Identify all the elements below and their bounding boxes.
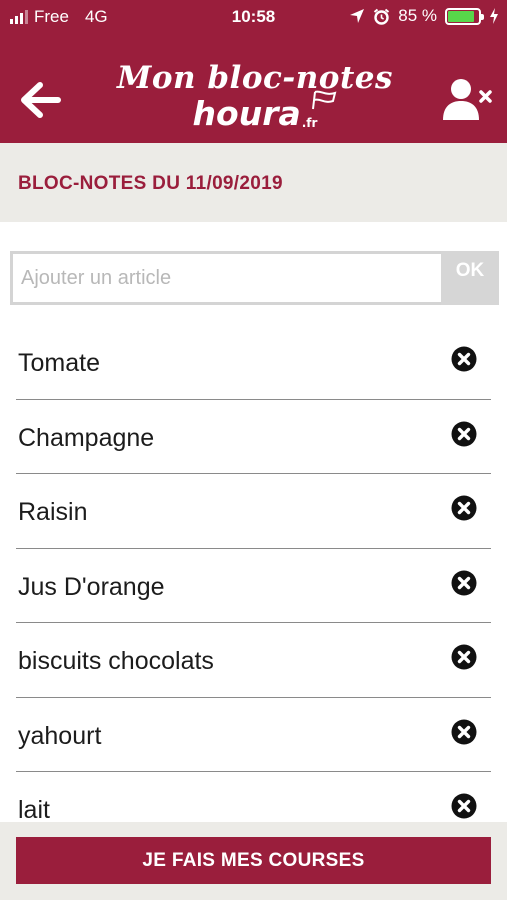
item-label: Tomate: [18, 349, 100, 377]
delete-icon[interactable]: [451, 421, 477, 447]
shopping-list: Tomate Champagne Raisin Jus D'orange bis…: [16, 325, 491, 822]
battery-icon: [445, 7, 484, 25]
add-article-input[interactable]: [10, 251, 441, 305]
logo-suffix: .fr: [301, 116, 318, 130]
list-item: Jus D'orange: [16, 549, 491, 623]
delete-icon[interactable]: [451, 346, 477, 372]
item-label: yahourt: [18, 721, 102, 750]
list-item: Tomate: [16, 325, 491, 400]
ok-button[interactable]: OK: [441, 251, 499, 305]
list-item: yahourt: [16, 698, 491, 772]
delete-icon[interactable]: [451, 570, 477, 596]
arrow-left-icon: [21, 82, 61, 118]
status-bar: Free 4G 10:58 85 %: [0, 0, 507, 34]
flag-icon: [312, 90, 337, 110]
bottom-bar: JE FAIS MES COURSES: [0, 822, 507, 900]
list-item: Raisin: [16, 474, 491, 549]
logo-line2-wrap: houra.fr: [192, 90, 337, 139]
delete-icon[interactable]: [451, 793, 477, 819]
user-remove-button[interactable]: [439, 74, 497, 126]
logo-line2: houra: [192, 94, 301, 133]
charging-icon: [490, 8, 498, 24]
user-remove-icon: [443, 79, 492, 120]
delete-icon[interactable]: [451, 644, 477, 670]
item-label: biscuits chocolats: [18, 647, 214, 675]
delete-icon[interactable]: [451, 495, 477, 521]
item-label: Champagne: [18, 423, 155, 452]
status-right: 85 %: [349, 6, 499, 26]
page-title: BLOC-NOTES DU 11/09/2019: [18, 173, 283, 194]
battery-level: [448, 10, 474, 22]
app-header-background: Free 4G 10:58 85 % Mon bloc-notes houra.…: [0, 0, 507, 143]
title-band: BLOC-NOTES DU 11/09/2019: [0, 143, 507, 222]
item-label: lait: [18, 796, 50, 822]
houra-logo: Mon bloc-notes houra.fr: [110, 60, 400, 140]
battery-percent: 85 %: [398, 6, 437, 25]
list-item: lait: [16, 772, 491, 822]
item-label: Jus D'orange: [18, 572, 165, 601]
item-label: Raisin: [18, 498, 88, 526]
list-item: biscuits chocolats: [16, 623, 491, 698]
list-item: Champagne: [16, 400, 491, 474]
add-article-row: OK: [10, 251, 499, 305]
delete-icon[interactable]: [451, 719, 477, 745]
logo-line1: Mon bloc-notes: [117, 60, 393, 96]
alarm-icon: [374, 8, 390, 25]
app-header: Mon bloc-notes houra.fr: [0, 34, 507, 143]
back-button[interactable]: [14, 74, 66, 126]
start-shopping-button[interactable]: JE FAIS MES COURSES: [16, 837, 491, 884]
location-arrow-icon: [350, 9, 365, 23]
